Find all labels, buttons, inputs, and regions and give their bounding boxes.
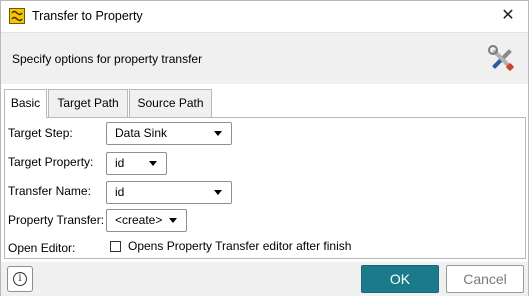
target-property-label: Target Property: [8,155,94,169]
dialog-footer: i OK Cancel [1,262,528,296]
target-step-select[interactable]: Data Sink [106,122,232,145]
chevron-down-icon [214,190,222,195]
app-logo-icon [9,8,25,24]
target-step-label: Target Step: [8,126,73,140]
window-title: Transfer to Property [32,9,143,23]
info-icon: i [13,272,27,286]
header-banner: Specify options for property transfer [1,32,528,84]
open-editor-checkbox[interactable] [110,241,121,252]
tools-icon [488,45,516,73]
ok-button[interactable]: OK [361,265,439,293]
tab-bar: Basic Target Path Source Path [1,89,528,118]
open-editor-label: Open Editor: [8,241,76,255]
title-bar: Transfer to Property ✕ [1,1,528,32]
target-property-select[interactable]: id [106,152,167,175]
property-transfer-label: Property Transfer: [8,213,105,227]
tab-target-path[interactable]: Target Path [48,89,128,117]
dialog-window: Transfer to Property ✕ Specify options f… [0,0,529,296]
info-button[interactable]: i [7,266,33,292]
header-description: Specify options for property transfer [12,52,203,66]
tab-source-path[interactable]: Source Path [129,89,212,117]
property-transfer-value: <create> [115,213,163,227]
target-property-value: id [115,156,125,170]
target-step-value: Data Sink [115,126,168,140]
chevron-down-icon [214,131,222,136]
property-transfer-select[interactable]: <create> [106,209,187,232]
chevron-down-icon [169,218,177,223]
transfer-name-select[interactable]: id [106,181,232,204]
transfer-name-label: Transfer Name: [8,184,91,198]
chevron-down-icon [149,161,157,166]
tab-basic[interactable]: Basic [4,89,47,118]
open-editor-checkbox-label[interactable]: Opens Property Transfer editor after fin… [128,239,351,253]
cancel-button[interactable]: Cancel [446,265,524,293]
close-icon[interactable]: ✕ [498,6,518,26]
transfer-name-value: id [115,185,125,199]
